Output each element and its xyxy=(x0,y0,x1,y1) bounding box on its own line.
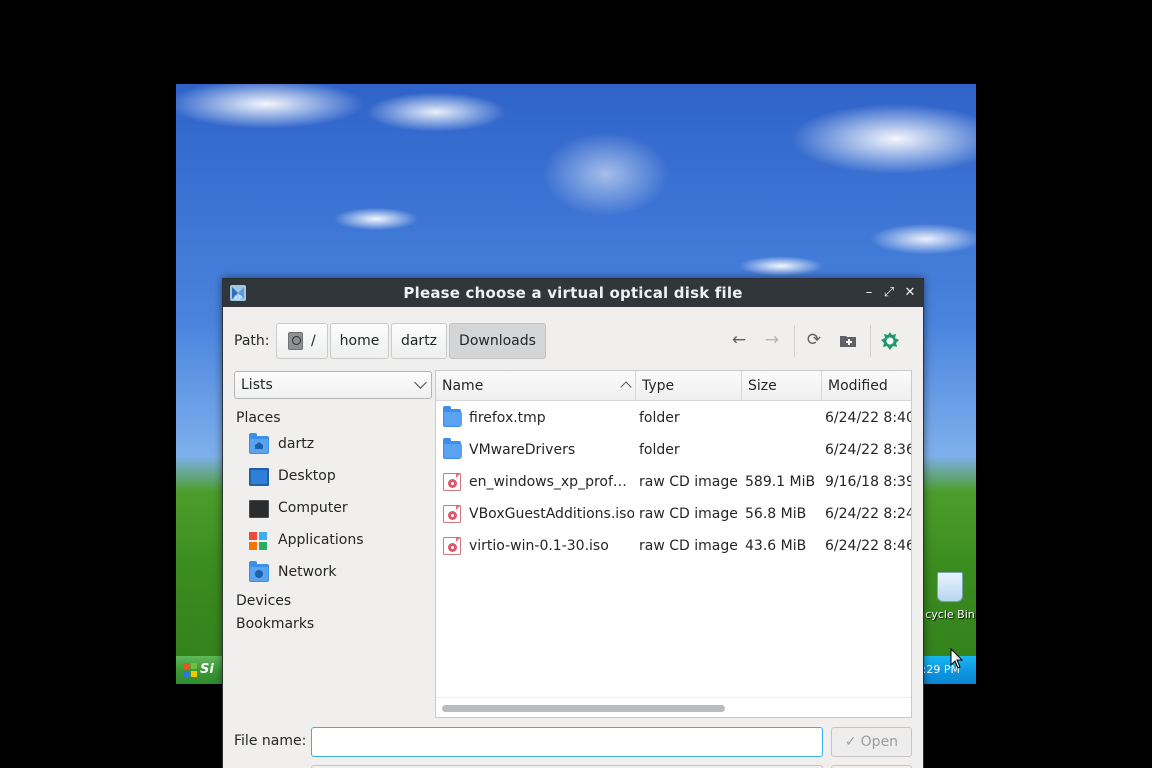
file-row[interactable]: en_windows_xp_prof… raw CD image 589.1 M… xyxy=(436,466,911,498)
filename-input[interactable] xyxy=(311,727,823,757)
sidebar-item-label: Computer xyxy=(278,500,348,516)
crumb-dartz[interactable]: dartz xyxy=(391,323,447,359)
recycle-bin-shortcut[interactable]: cycle Bin xyxy=(924,572,976,621)
file-modified: 6/24/22 8:46 xyxy=(825,538,911,554)
close-button[interactable]: ✕ xyxy=(902,285,918,301)
applications-icon xyxy=(249,532,267,550)
file-size: 56.8 MiB xyxy=(745,506,807,522)
mouse-pointer-icon xyxy=(950,648,964,669)
file-name: VBoxGuestAdditions.iso xyxy=(469,506,634,522)
crumb-downloads[interactable]: Downloads xyxy=(449,323,546,359)
checkmark-icon: ✓ xyxy=(844,734,857,750)
windows-flag-icon xyxy=(183,663,197,677)
recycle-bin-label: cycle Bin xyxy=(925,608,975,621)
file-name: VMwareDrivers xyxy=(469,442,576,458)
home-folder-icon xyxy=(249,433,269,454)
file-size: 589.1 MiB xyxy=(745,474,816,490)
crumb-home[interactable]: home xyxy=(330,323,389,359)
filename-label: File name: xyxy=(234,733,307,749)
toolbar-separator xyxy=(794,325,795,357)
file-row[interactable]: VMwareDrivers folder 6/24/22 8:36 xyxy=(436,434,911,466)
disc-image-icon xyxy=(443,473,461,491)
column-header-modified[interactable]: Modified xyxy=(822,371,911,401)
file-type: raw CD image xyxy=(639,538,738,554)
column-header-name[interactable]: Name xyxy=(436,371,636,401)
file-modified: 6/24/22 8:40 xyxy=(825,410,911,426)
file-row[interactable]: VBoxGuestAdditions.iso raw CD image 56.8… xyxy=(436,498,911,530)
forward-arrow-icon[interactable]: → xyxy=(760,328,784,352)
chevron-down-icon xyxy=(414,376,427,389)
recycle-bin-icon xyxy=(937,572,963,602)
sidebar-item-dartz[interactable]: dartz xyxy=(249,433,429,459)
sidebar-item-label: Network xyxy=(278,564,337,580)
file-list-view[interactable]: Name Type Size Modified firefox.tmp fold… xyxy=(435,370,912,718)
horizontal-scrollbar[interactable] xyxy=(436,697,911,717)
maximize-button[interactable]: ⤢ xyxy=(881,285,897,301)
view-mode-dropdown[interactable]: Lists xyxy=(234,371,432,399)
open-button-label: Open xyxy=(860,734,899,750)
file-type: folder xyxy=(639,410,680,426)
open-button[interactable]: ✓ Open xyxy=(831,727,912,757)
file-modified: 9/16/18 8:39 xyxy=(825,474,911,490)
file-name: virtio-win-0.1-30.iso xyxy=(469,538,609,554)
dialog-title: Please choose a virtual optical disk fil… xyxy=(403,284,743,302)
sidebar-item-computer[interactable]: Computer xyxy=(249,497,429,523)
refresh-icon[interactable]: ⟳ xyxy=(802,328,826,352)
places-header: Places xyxy=(236,410,281,426)
crumb-root-label: / xyxy=(311,333,316,349)
column-header-size[interactable]: Size xyxy=(742,371,822,401)
crumb-root[interactable]: / xyxy=(276,323,328,359)
file-name: en_windows_xp_prof… xyxy=(469,474,627,490)
toolbar-separator xyxy=(870,325,871,357)
file-modified: 6/24/22 8:36 xyxy=(825,442,911,458)
bookmarks-header[interactable]: Bookmarks xyxy=(236,616,314,632)
sidebar-item-desktop[interactable]: Desktop xyxy=(249,465,429,491)
sidebar-item-network[interactable]: Network xyxy=(249,561,429,587)
sidebar-item-label: dartz xyxy=(278,436,315,452)
file-modified: 6/24/22 8:24 xyxy=(825,506,911,522)
drive-icon xyxy=(288,332,303,350)
file-row[interactable]: firefox.tmp folder 6/24/22 8:40 xyxy=(436,402,911,434)
new-folder-icon[interactable] xyxy=(840,334,856,347)
desktop-icon xyxy=(249,468,269,486)
folder-icon xyxy=(443,406,462,427)
file-type: raw CD image xyxy=(639,474,738,490)
file-type: folder xyxy=(639,442,680,458)
minimize-button[interactable]: – xyxy=(861,285,877,301)
view-mode-value: Lists xyxy=(241,377,273,393)
computer-icon xyxy=(249,500,269,518)
bookmark-location-icon[interactable] xyxy=(880,331,900,351)
dialog-titlebar[interactable]: XP Please choose a virtual optical disk … xyxy=(223,279,923,307)
network-folder-icon xyxy=(249,561,269,582)
file-size: 43.6 MiB xyxy=(745,538,807,554)
column-header-type[interactable]: Type xyxy=(636,371,742,401)
back-arrow-icon[interactable]: ← xyxy=(727,328,751,352)
folder-icon xyxy=(443,438,462,459)
devices-header[interactable]: Devices xyxy=(236,593,291,609)
sort-ascending-icon xyxy=(620,381,632,393)
scrollbar-thumb[interactable] xyxy=(442,705,725,712)
column-header-label: Name xyxy=(442,378,484,394)
disc-image-icon xyxy=(443,537,461,555)
file-chooser-dialog: XP Please choose a virtual optical disk … xyxy=(222,278,924,768)
file-row[interactable]: virtio-win-0.1-30.iso raw CD image 43.6 … xyxy=(436,530,911,562)
sidebar-item-applications[interactable]: Applications xyxy=(249,529,429,555)
start-label: Si xyxy=(200,662,214,677)
sidebar-item-label: Desktop xyxy=(278,468,336,484)
path-label: Path: xyxy=(234,333,270,349)
sidebar-item-label: Applications xyxy=(278,532,364,548)
file-type: raw CD image xyxy=(639,506,738,522)
file-name: firefox.tmp xyxy=(469,410,546,426)
list-header: Name Type Size Modified xyxy=(436,371,911,401)
disc-image-icon xyxy=(443,505,461,523)
